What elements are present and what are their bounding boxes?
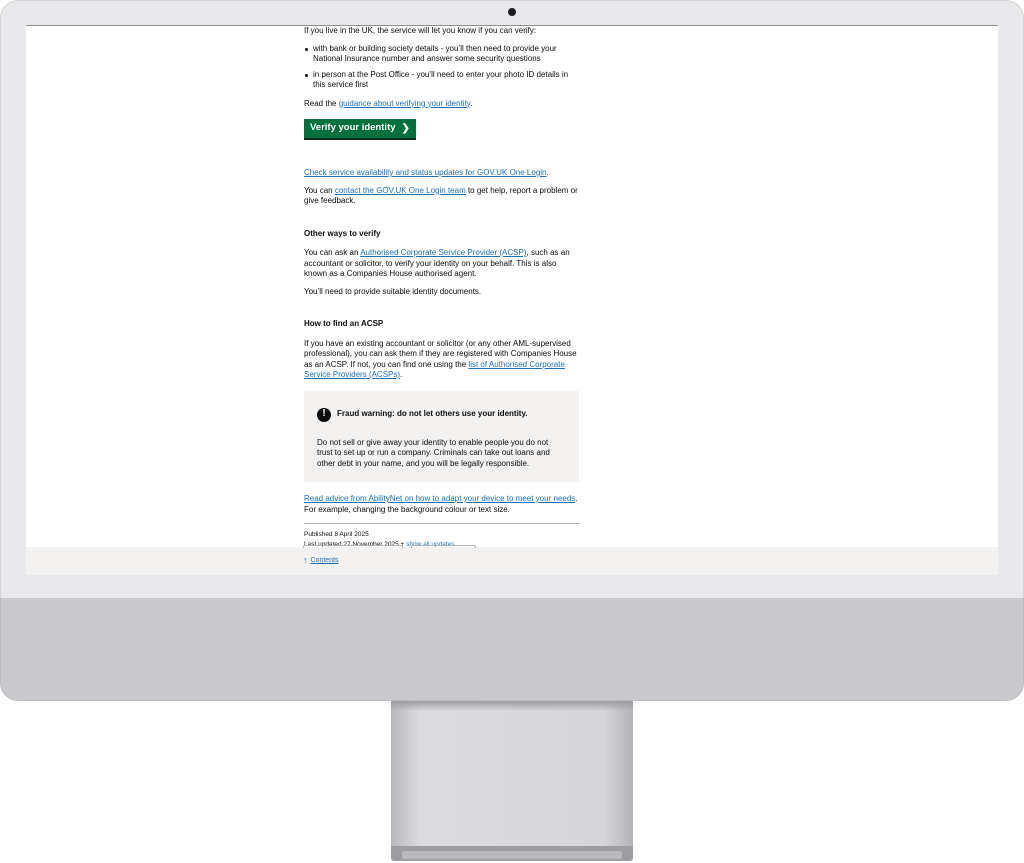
monitor-stand bbox=[391, 701, 633, 846]
warning-title: Fraud warning: do not let others use you… bbox=[337, 409, 528, 419]
guidance-link[interactable]: guidance about verifying your identity bbox=[339, 99, 471, 108]
verify-identity-button[interactable]: Verify your identity ❯ bbox=[304, 119, 416, 138]
list-item: in person at the Post Office - you’ll ne… bbox=[304, 70, 579, 91]
documents-text: You’ll need to provide suitable identity… bbox=[304, 286, 482, 296]
exclamation-icon: ! bbox=[317, 407, 331, 422]
contact-text: You can contact the GOV.UK One Login tea… bbox=[304, 185, 578, 206]
verify-button-label: Verify your identity bbox=[310, 122, 396, 134]
other-ways-heading: Other ways to verify bbox=[304, 228, 381, 238]
stand-foot-slot bbox=[402, 851, 622, 859]
contents-link-label: Contents bbox=[310, 557, 339, 564]
published-date: Published 8 April 2025 bbox=[304, 531, 369, 538]
find-acsp-text: If you have an existing accountant or so… bbox=[304, 338, 577, 380]
status-link[interactable]: Check service availability and status up… bbox=[304, 168, 547, 177]
acsp-text: You can ask an Authorised Corporate Serv… bbox=[304, 248, 570, 278]
list-item: with bank or building society details - … bbox=[304, 44, 579, 65]
verify-options-list: with bank or building society details - … bbox=[304, 44, 579, 91]
camera-icon bbox=[508, 8, 516, 16]
fraud-warning-panel: ! Fraud warning: do not let others use y… bbox=[304, 390, 579, 482]
warning-heading: ! Fraud warning: do not let others use y… bbox=[317, 407, 566, 422]
share-button[interactable] bbox=[303, 545, 403, 548]
divider bbox=[304, 523, 579, 524]
monitor-chin bbox=[0, 598, 1024, 701]
status-text: Check service availability and status up… bbox=[304, 168, 549, 177]
acsp-link[interactable]: Authorised Corporate Service Provider (A… bbox=[360, 248, 526, 257]
back-to-contents-bar: ↑ Contents bbox=[26, 545, 998, 575]
guidance-text: Read the guidance about verifying your i… bbox=[304, 98, 473, 108]
main-content: If you live in the UK, the service will … bbox=[304, 26, 579, 550]
find-acsp-heading: How to find an ACSP bbox=[304, 319, 384, 328]
abilitynet-link[interactable]: Read advice from AbilityNet on how to ad… bbox=[304, 494, 575, 503]
chevron-right-icon: ❯ bbox=[401, 122, 410, 134]
contact-link[interactable]: contact the GOV.UK One Login team bbox=[335, 186, 466, 195]
arrow-up-icon: ↑ bbox=[303, 555, 308, 565]
browser-viewport: If you live in the UK, the service will … bbox=[26, 25, 998, 575]
intro-text: If you live in the UK, the service will … bbox=[304, 26, 537, 35]
abilitynet-text: Read advice from AbilityNet on how to ad… bbox=[304, 494, 578, 514]
warning-body: Do not sell or give away your identity t… bbox=[317, 437, 550, 468]
print-button[interactable] bbox=[411, 545, 476, 548]
stand-shadow bbox=[391, 701, 633, 711]
contents-link[interactable]: ↑ Contents bbox=[303, 556, 339, 565]
